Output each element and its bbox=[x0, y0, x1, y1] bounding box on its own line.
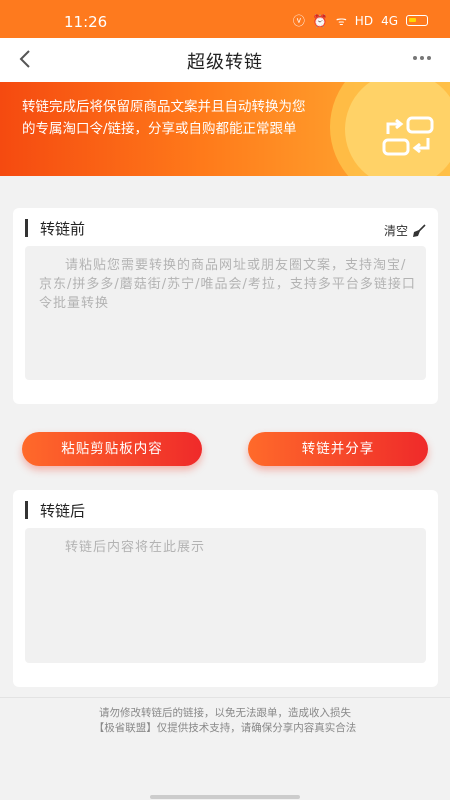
before-card-title: 转链前 bbox=[40, 219, 86, 238]
status-icons: ⓥ ⏰ ᯤ HD 4G bbox=[293, 12, 428, 29]
source-input-placeholder: 请粘贴您需要转换的商品网址或朋友圈文案，支持淘宝/京东/拼多多/蘑菇街/苏宁/唯… bbox=[39, 258, 416, 311]
signal-label: 4G bbox=[381, 13, 398, 28]
section-marker bbox=[25, 219, 28, 237]
clear-label: 清空 bbox=[383, 224, 408, 238]
status-bar: 11:26 ⓥ ⏰ ᯤ HD 4G bbox=[0, 0, 450, 38]
home-indicator[interactable] bbox=[150, 795, 300, 799]
footer-divider bbox=[0, 697, 450, 698]
nav-bar: 超级转链 bbox=[0, 38, 450, 82]
result-text-area[interactable]: 转链后内容将在此展示 bbox=[25, 528, 426, 663]
alarm-icon: ⏰ bbox=[312, 13, 328, 28]
result-placeholder: 转链后内容将在此展示 bbox=[65, 540, 206, 555]
battery-icon bbox=[406, 15, 428, 26]
broom-icon bbox=[413, 223, 426, 237]
status-time: 11:26 bbox=[64, 13, 108, 31]
vibrate-icon: ⓥ bbox=[292, 14, 305, 28]
footer-notice: 请勿修改转链后的链接，以免无法跟单，造成收入损失 【极省联盟】仅提供技术支持，请… bbox=[0, 706, 450, 736]
info-banner: 转链完成后将保留原商品文案并且自动转换为您的专属淘口令/链接，分享或自购都能正常… bbox=[0, 82, 450, 176]
more-dots-icon bbox=[413, 56, 431, 60]
network-label: HD bbox=[354, 13, 374, 28]
footer-line-2: 【极省联盟】仅提供技术支持，请确保分享内容真实合法 bbox=[93, 722, 357, 734]
section-marker bbox=[25, 501, 28, 519]
after-card-header: 转链后 bbox=[25, 500, 85, 520]
after-card-title: 转链后 bbox=[40, 501, 86, 520]
more-button[interactable] bbox=[412, 46, 432, 73]
banner-text: 转链完成后将保留原商品文案并且自动转换为您的专属淘口令/链接，分享或自购都能正常… bbox=[22, 99, 306, 137]
convert-share-button[interactable]: 转链并分享 bbox=[248, 432, 428, 466]
before-card: 转链前 清空 请粘贴您需要转换的商品网址或朋友圈文案，支持淘宝/京东/拼多多/蘑… bbox=[13, 208, 438, 404]
clear-button[interactable]: 清空 bbox=[384, 222, 426, 239]
page-title: 超级转链 bbox=[187, 52, 263, 73]
source-text-input[interactable]: 请粘贴您需要转换的商品网址或朋友圈文案，支持淘宝/京东/拼多多/蘑菇街/苏宁/唯… bbox=[25, 246, 426, 380]
footer-line-1: 请勿修改转链后的链接，以免无法跟单，造成收入损失 bbox=[99, 707, 351, 719]
paste-clipboard-button[interactable]: 粘贴剪贴板内容 bbox=[22, 432, 202, 466]
swap-icon bbox=[382, 116, 434, 156]
after-card: 转链后 转链后内容将在此展示 bbox=[13, 490, 438, 687]
before-card-header: 转链前 bbox=[25, 218, 85, 238]
wifi-icon: ᯤ bbox=[335, 14, 347, 28]
